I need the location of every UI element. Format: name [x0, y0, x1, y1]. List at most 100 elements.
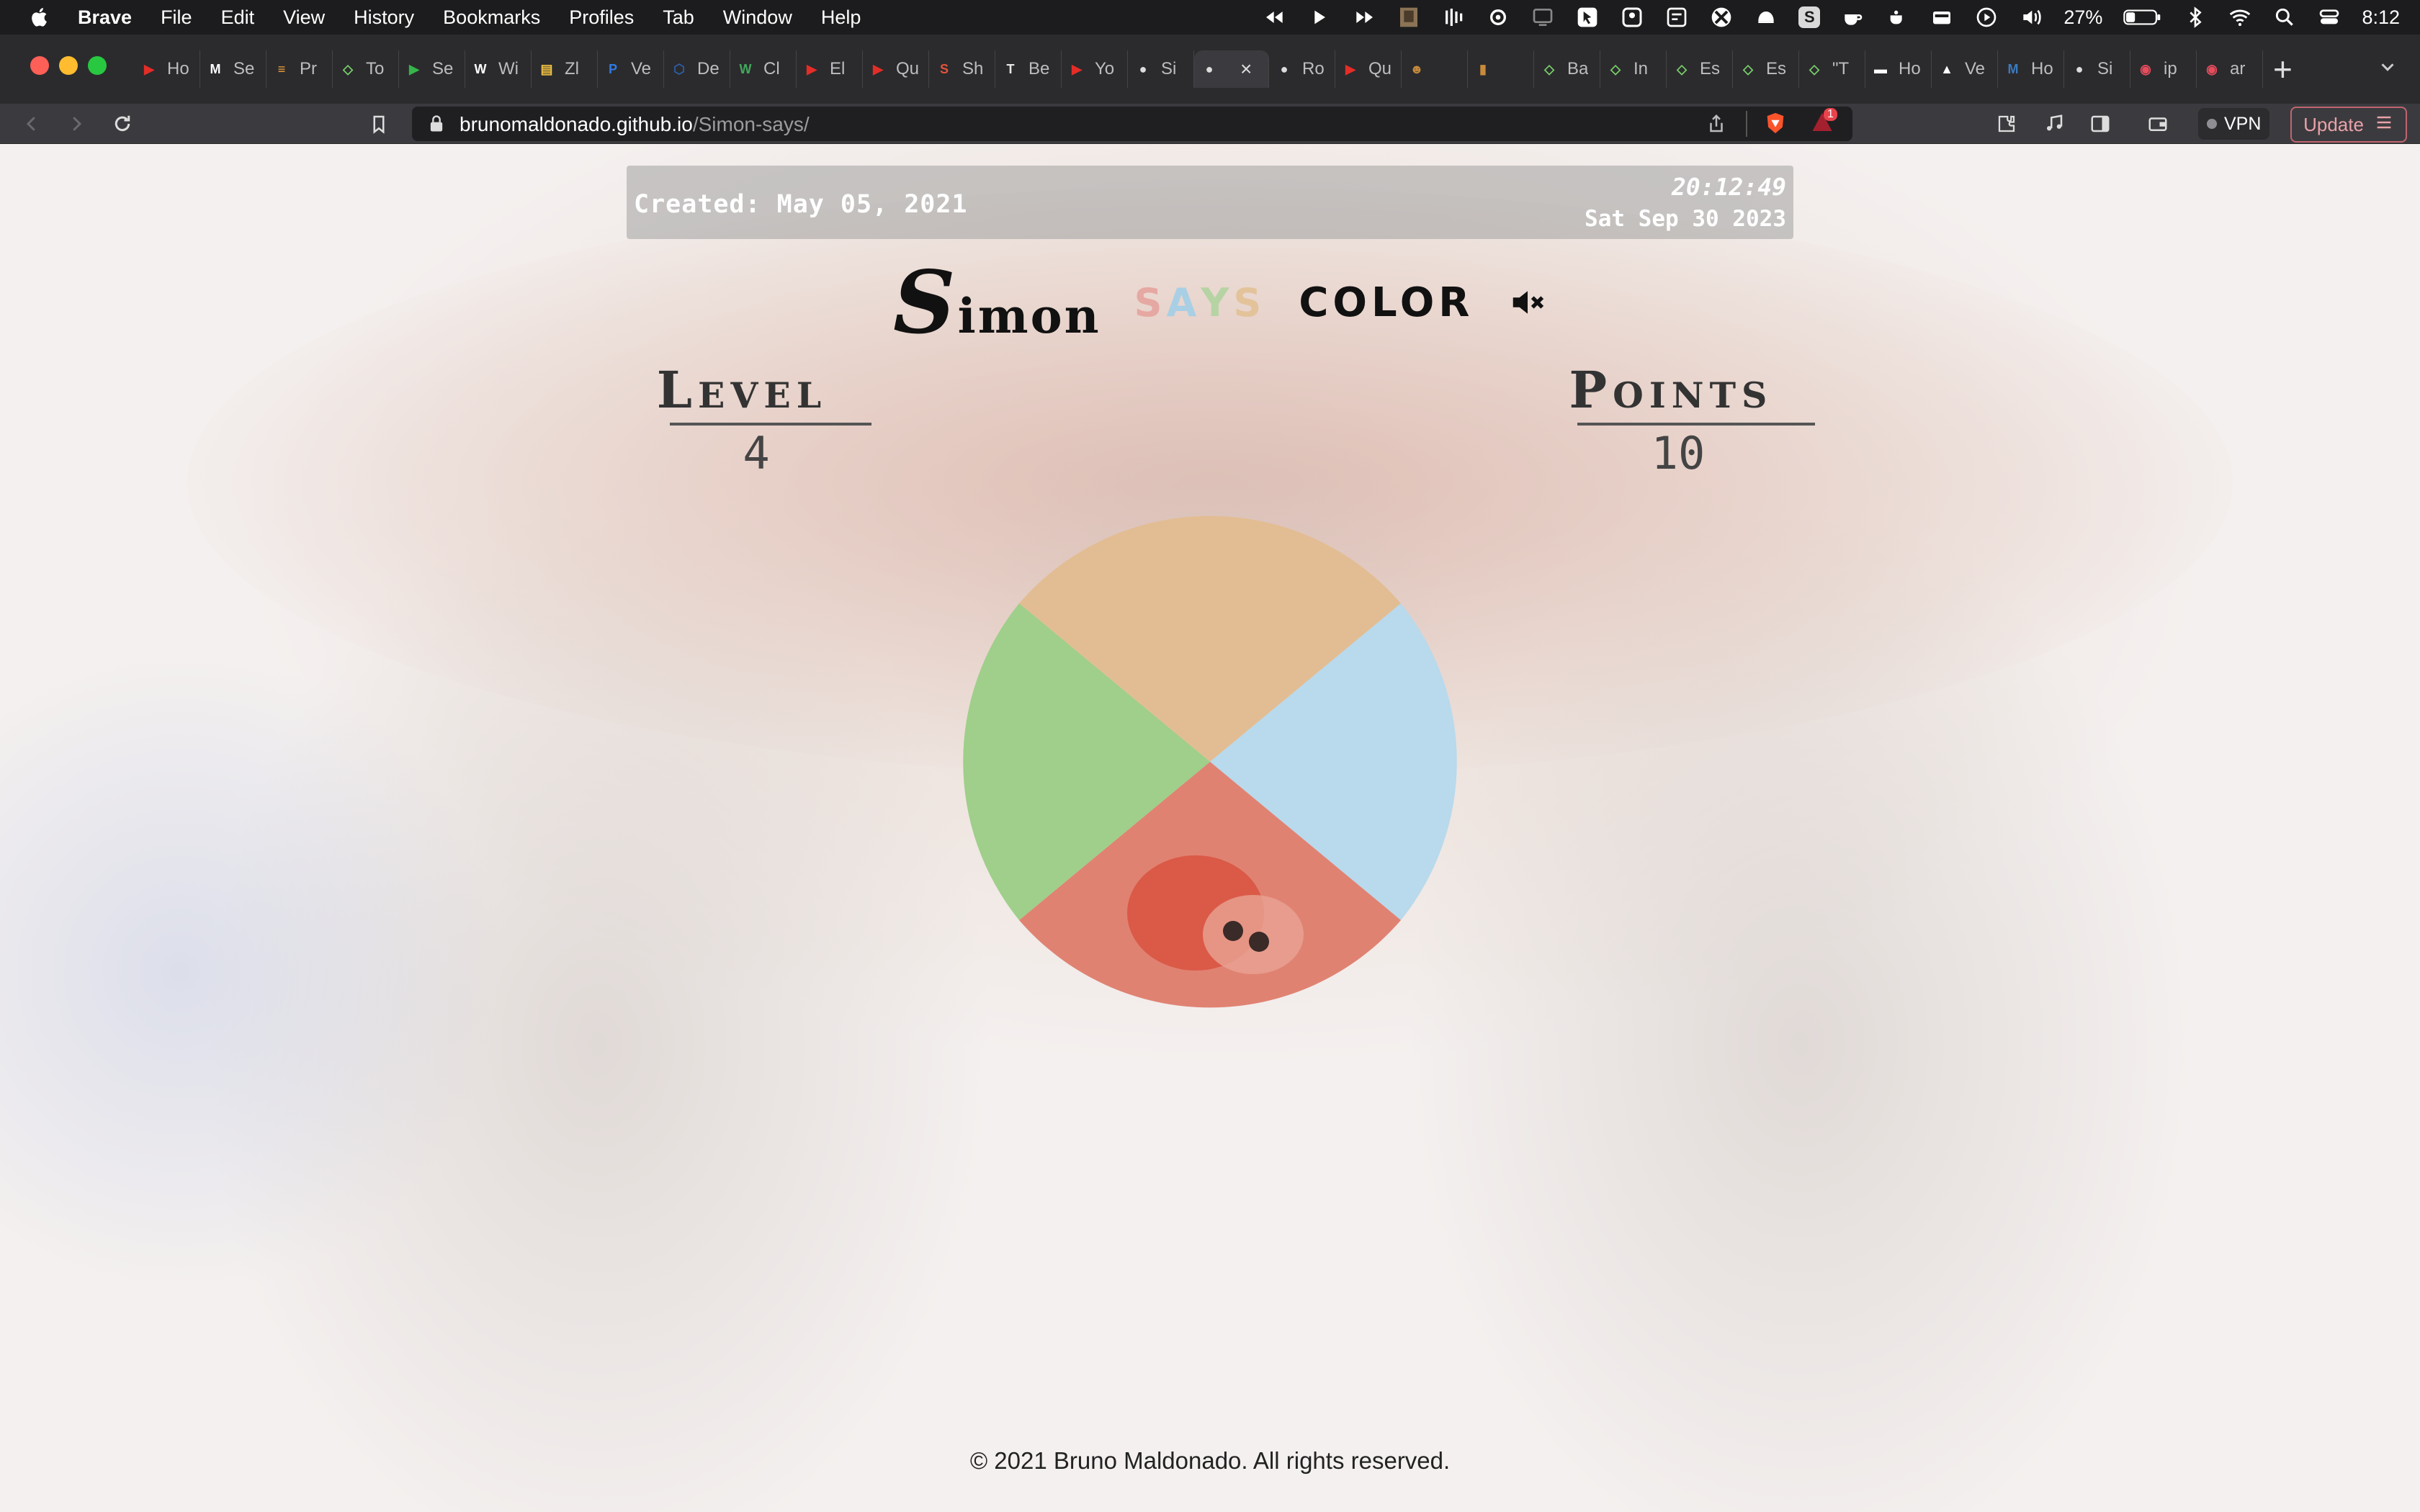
tab[interactable]: ▶ Se: [399, 50, 465, 88]
tab-label: Zl: [565, 59, 579, 78]
tab[interactable]: ◇ Ba: [1534, 50, 1600, 88]
share-icon[interactable]: [1706, 113, 1727, 138]
tab[interactable]: ≡ Pr: [266, 50, 333, 88]
coffee-icon[interactable]: [1840, 5, 1865, 30]
tab[interactable]: S Sh: [929, 50, 995, 88]
menubar-clock[interactable]: 8:12: [2362, 6, 2400, 29]
menu-edit[interactable]: Edit: [221, 6, 255, 29]
tab[interactable]: ◇ "T: [1799, 50, 1865, 88]
tab-label: Ro: [1302, 59, 1325, 78]
brave-rewards-icon[interactable]: 1: [1809, 108, 1837, 139]
apple-icon[interactable]: [27, 4, 53, 30]
window-close-button[interactable]: [30, 56, 49, 75]
menu-bookmarks[interactable]: Bookmarks: [443, 6, 540, 29]
sync-icon[interactable]: [1486, 5, 1510, 30]
back-icon[interactable]: [19, 111, 45, 137]
play-circle-icon[interactable]: [1974, 5, 1999, 30]
wallet-icon[interactable]: [2145, 111, 2171, 137]
sidebar-icon[interactable]: [2087, 111, 2113, 137]
bluetooth-icon[interactable]: [2183, 5, 2208, 30]
tab[interactable]: ◇ In: [1600, 50, 1667, 88]
xbox-icon[interactable]: [1709, 5, 1734, 30]
close-tab-icon[interactable]: ×: [1240, 58, 1252, 81]
tab[interactable]: ● Si: [1128, 50, 1194, 88]
tab[interactable]: ▬ Ho: [1865, 50, 1932, 88]
app-menu-brave[interactable]: Brave: [78, 6, 132, 29]
tab[interactable]: P Ve: [598, 50, 664, 88]
app-thumbnail-icon[interactable]: [1397, 5, 1421, 30]
tab[interactable]: ● Ro: [1269, 50, 1335, 88]
control-center-icon[interactable]: [2317, 5, 2341, 30]
notch-icon[interactable]: [1620, 5, 1644, 30]
search-icon[interactable]: [2272, 5, 2297, 30]
play-icon[interactable]: [1307, 5, 1332, 30]
tab-label: Sh: [962, 59, 984, 78]
tab[interactable]: ▶ El: [797, 50, 863, 88]
menu-view[interactable]: View: [283, 6, 325, 29]
tab[interactable]: W Cl: [730, 50, 797, 88]
circle-icon: ●: [1205, 61, 1214, 76]
battery-icon[interactable]: [2123, 5, 2163, 30]
new-tab-button[interactable]: +: [2273, 52, 2293, 86]
tab-overflow-chevron-icon[interactable]: [2377, 56, 2398, 81]
tab[interactable]: ◉ ip: [2130, 50, 2197, 88]
bookmark-icon[interactable]: [366, 111, 392, 137]
wifi-icon[interactable]: [2228, 5, 2252, 30]
tab[interactable]: M Se: [200, 50, 266, 88]
grid-icon[interactable]: [1664, 5, 1689, 30]
game-title: Simon S A Y S COLOR: [893, 252, 1544, 354]
vpn-button[interactable]: VPN: [2198, 108, 2270, 140]
info-bar: Created: May 05, 2021 20:12:49 Sat Sep 3…: [627, 166, 1793, 239]
update-button[interactable]: Update: [2290, 107, 2407, 143]
audio-bars-icon[interactable]: [1441, 5, 1466, 30]
tab[interactable]: ● Si: [2064, 50, 2130, 88]
tab[interactable]: ◇ To: [333, 50, 399, 88]
tab[interactable]: W Wi: [465, 50, 532, 88]
reload-icon[interactable]: [109, 111, 135, 137]
octopus-icon[interactable]: [1754, 5, 1778, 30]
forward-icon[interactable]: [63, 111, 89, 137]
volume-icon[interactable]: [2019, 5, 2043, 30]
fast-forward-icon[interactable]: [1352, 5, 1376, 30]
menu-file[interactable]: File: [161, 6, 192, 29]
tab[interactable]: ▮: [1468, 50, 1534, 88]
menu-profiles[interactable]: Profiles: [569, 6, 634, 29]
lock-icon: [426, 114, 447, 138]
tab[interactable]: M Ho: [1998, 50, 2064, 88]
teapot-icon[interactable]: [1885, 5, 1909, 30]
menu-window[interactable]: Window: [723, 6, 792, 29]
tab[interactable]: ▶ Yo: [1062, 50, 1128, 88]
brave-shields-icon[interactable]: [1763, 111, 1788, 139]
window-minimize-button[interactable]: [59, 56, 78, 75]
screen-icon[interactable]: [1531, 5, 1555, 30]
url-text: brunomaldonado.github.io/Simon-says/: [460, 113, 810, 136]
address-divider: [1746, 111, 1747, 137]
rewind-icon[interactable]: [1263, 5, 1287, 30]
media-icon[interactable]: [2041, 111, 2067, 137]
address-bar[interactable]: brunomaldonado.github.io/Simon-says/ 1: [412, 107, 1852, 141]
extensions-icon[interactable]: [1994, 111, 2020, 137]
tab[interactable]: ▶ Ho: [134, 50, 200, 88]
tab-active[interactable]: ● ×: [1194, 50, 1269, 88]
window-zoom-button[interactable]: [88, 56, 107, 75]
tab[interactable]: ◇ Es: [1733, 50, 1799, 88]
tab[interactable]: ⬡ De: [664, 50, 730, 88]
speaker-muted-icon[interactable]: [1508, 282, 1547, 323]
tab[interactable]: ◇ Es: [1667, 50, 1733, 88]
menu-tab[interactable]: Tab: [663, 6, 694, 29]
tab-label: Se: [233, 59, 255, 78]
menu-history[interactable]: History: [354, 6, 414, 29]
s-icon: S: [939, 61, 949, 76]
tab[interactable]: ▤ Zl: [532, 50, 598, 88]
tab[interactable]: ▲ Ve: [1932, 50, 1998, 88]
battery-card-icon[interactable]: [1930, 5, 1954, 30]
tab[interactable]: ▶ Qu: [1335, 50, 1402, 88]
tab[interactable]: ◉ ar: [2197, 50, 2263, 88]
tab-label: Pr: [300, 59, 317, 78]
s-app-icon[interactable]: S: [1798, 6, 1821, 28]
menu-help[interactable]: Help: [821, 6, 861, 29]
tab[interactable]: ▶ Qu: [863, 50, 929, 88]
tab[interactable]: T Be: [995, 50, 1062, 88]
cursor-icon[interactable]: [1575, 5, 1600, 30]
tab[interactable]: ☻: [1402, 50, 1468, 88]
